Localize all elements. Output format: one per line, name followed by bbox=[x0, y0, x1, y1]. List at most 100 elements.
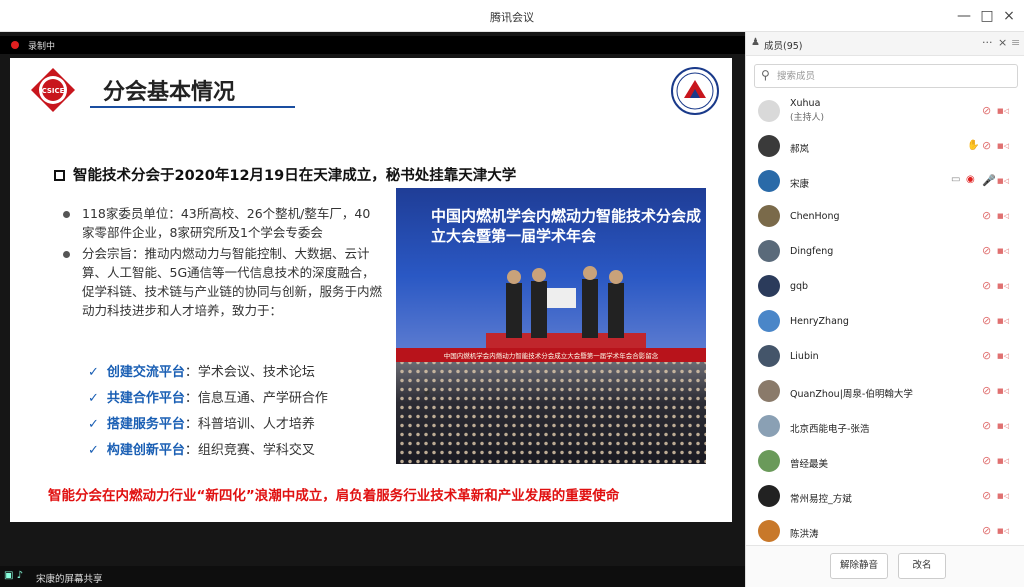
member-row[interactable]: Dingfeng ⊘ ■◁ bbox=[746, 234, 1024, 269]
camera-off-icon[interactable]: ■◁ bbox=[997, 387, 1009, 395]
member-avatar bbox=[758, 100, 780, 122]
platform-list: ✓ 创建交流平台：学术会议、技术论坛 ✓ 共建合作平台：信息互通、产学研合作 ✓ 搭建… bbox=[88, 360, 328, 464]
bullet-text: 118家委员单位：43所高校、26个整机/整车厂，40家零部件企业，8家研究所及… bbox=[82, 206, 371, 240]
checkbox-square-icon bbox=[54, 170, 65, 181]
member-row[interactable]: 北京西能电子-张浩 ⊘ ■◁ bbox=[746, 409, 1024, 444]
camera-off-icon[interactable]: ■◁ bbox=[997, 317, 1009, 325]
member-avatar bbox=[758, 520, 780, 542]
bullet-list: 118家委员单位：43所高校、26个整机/整车厂，40家零部件企业，8家研究所及… bbox=[62, 204, 382, 322]
member-row[interactable]: ChenHong ⊘ ■◁ bbox=[746, 199, 1024, 234]
camera-off-icon[interactable]: ■◁ bbox=[997, 142, 1009, 150]
mic-muted-icon[interactable]: ⊘ bbox=[982, 139, 991, 152]
member-avatar bbox=[758, 205, 780, 227]
unmute-all-button[interactable]: 解除静音 bbox=[830, 553, 888, 579]
bullet-dot-icon bbox=[63, 211, 70, 218]
camera-off-icon[interactable]: ■◁ bbox=[997, 492, 1009, 500]
member-row[interactable]: Xuhua (主持人) ⊘ ■◁ bbox=[746, 94, 1024, 129]
list-item: 分会宗旨：推动内燃动力与智能控制、大数据、云计算、人工智能、5G通信等一代信息技… bbox=[62, 244, 382, 320]
member-search[interactable]: ⚲ bbox=[754, 64, 1018, 88]
more-button[interactable]: ··· bbox=[982, 36, 993, 49]
member-avatar bbox=[758, 275, 780, 297]
list-item: ✓ 搭建服务平台：科普培训、人才培养 bbox=[88, 412, 328, 438]
member-name: 宋康 bbox=[790, 179, 810, 190]
photo-caption: 中国内燃机学会内燃动力智能技术分会成立大会暨第一届学术年会合影留念 bbox=[443, 352, 659, 360]
mic-muted-icon[interactable]: ⊘ bbox=[982, 104, 991, 117]
photo-heading: 中国内燃机学会内燃动力智能技术分会成立大会暨第一届学术年会 bbox=[431, 207, 702, 245]
member-row[interactable]: Liubin ⊘ ■◁ bbox=[746, 339, 1024, 374]
member-avatar bbox=[758, 170, 780, 192]
members-panel: ♟ 成员(95) ··· × ≡ ⚲ Xuhua(主持人)⊘■◁郝岚✋⊘■◁宋康… bbox=[745, 32, 1024, 587]
camera-off-icon[interactable]: ■◁ bbox=[997, 282, 1009, 290]
member-name: 常州易控_方斌 bbox=[790, 494, 852, 505]
camera-off-icon[interactable]: ■◁ bbox=[997, 177, 1009, 185]
mic-muted-icon[interactable]: ⊘ bbox=[982, 279, 991, 292]
member-name: ChenHong bbox=[790, 211, 840, 222]
check-icon: ✓ bbox=[88, 443, 99, 458]
mic-muted-icon[interactable]: ⊘ bbox=[982, 419, 991, 432]
mic-muted-icon[interactable]: ⊘ bbox=[982, 489, 991, 502]
platform-desc: ：科普培训、人才培养 bbox=[184, 417, 315, 432]
panel-close-button[interactable]: × bbox=[998, 36, 1007, 49]
crowd-image bbox=[396, 362, 706, 464]
member-row[interactable]: 常州易控_方斌 ⊘ ■◁ bbox=[746, 479, 1024, 514]
member-avatar bbox=[758, 415, 780, 437]
rename-button[interactable]: 改名 bbox=[898, 553, 946, 579]
raise-hand-icon: ✋ bbox=[967, 140, 980, 151]
camera-off-icon[interactable]: ■◁ bbox=[997, 107, 1009, 115]
member-search-input[interactable] bbox=[777, 68, 1007, 84]
mic-muted-icon[interactable]: ⊘ bbox=[982, 524, 991, 537]
event-photo: 中国内燃机学会内燃动力智能技术分会成立大会暨第一届学术年会 中国内燃机学会内燃动… bbox=[396, 188, 706, 464]
member-row[interactable]: QuanZhou|周泉-伯明翰大学 ⊘ ■◁ bbox=[746, 374, 1024, 409]
mic-on-icon[interactable]: 🎤 bbox=[982, 174, 996, 187]
record-icon: ◉ bbox=[966, 174, 975, 185]
member-name: Dingfeng bbox=[790, 246, 834, 257]
list-item: 118家委员单位：43所高校、26个整机/整车厂，40家零部件企业，8家研究所及… bbox=[62, 204, 382, 242]
maximize-button[interactable]: □ bbox=[977, 6, 997, 26]
camera-off-icon[interactable]: ■◁ bbox=[997, 352, 1009, 360]
window-titlebar: 腾讯会议 — □ × bbox=[0, 0, 1024, 32]
member-avatar bbox=[758, 310, 780, 332]
presentation-slide: CSICE 分会基本情况 智能技术分会于2020年12月19日在天津成立，秘书处… bbox=[10, 58, 732, 522]
mic-muted-icon[interactable]: ⊘ bbox=[982, 454, 991, 467]
members-panel-header: ♟ 成员(95) ··· × ≡ bbox=[746, 32, 1024, 56]
search-icon: ⚲ bbox=[761, 68, 770, 82]
recording-label: 录制中 bbox=[28, 42, 56, 52]
mic-muted-icon[interactable]: ⊘ bbox=[982, 244, 991, 257]
title-underline bbox=[90, 106, 295, 108]
window-title: 腾讯会议 bbox=[490, 11, 534, 24]
camera-off-icon[interactable]: ■◁ bbox=[997, 212, 1009, 220]
recording-icon bbox=[11, 41, 19, 49]
slide-summary: 智能分会在内燃动力行业“新四化”浪潮中成立，肩负着服务行业技术革新和产业发展的重… bbox=[48, 488, 620, 504]
list-item: ✓ 共建合作平台：信息互通、产学研合作 bbox=[88, 386, 328, 412]
camera-off-icon[interactable]: ■◁ bbox=[997, 247, 1009, 255]
member-name: 曾经最美 bbox=[790, 459, 829, 470]
close-button[interactable]: × bbox=[999, 6, 1019, 26]
member-row[interactable]: HenryZhang ⊘ ■◁ bbox=[746, 304, 1024, 339]
platform-name: 构建创新平台 bbox=[106, 443, 185, 458]
mic-muted-icon[interactable]: ⊘ bbox=[982, 314, 991, 327]
member-role: (主持人) bbox=[790, 113, 825, 123]
mic-muted-icon[interactable]: ⊘ bbox=[982, 209, 991, 222]
slide-headline: 智能技术分会于2020年12月19日在天津成立，秘书处挂靠天津大学 bbox=[54, 164, 516, 185]
camera-off-icon[interactable]: ■◁ bbox=[997, 457, 1009, 465]
member-row[interactable]: 宋康 ▭ ◉ 🎤 ■◁ bbox=[746, 164, 1024, 199]
minimize-button[interactable]: — bbox=[954, 6, 974, 26]
bullet-text: 分会宗旨：推动内燃动力与智能控制、大数据、云计算、人工智能、5G通信等一代信息技… bbox=[82, 246, 383, 318]
mic-muted-icon[interactable]: ⊘ bbox=[982, 349, 991, 362]
headline-text: 智能技术分会于2020年12月19日在天津成立，秘书处挂靠天津大学 bbox=[73, 168, 517, 184]
member-row[interactable]: gqb ⊘ ■◁ bbox=[746, 269, 1024, 304]
mic-muted-icon[interactable]: ⊘ bbox=[982, 384, 991, 397]
share-status-icon: ▣ ♪ bbox=[4, 570, 24, 581]
member-row[interactable]: 陈洪涛 ⊘ ■◁ bbox=[746, 514, 1024, 549]
platform-desc: ：组织竞赛、学科交叉 bbox=[184, 443, 315, 458]
member-avatar bbox=[758, 380, 780, 402]
camera-off-icon[interactable]: ■◁ bbox=[997, 422, 1009, 430]
slide-title: 分会基本情况 bbox=[103, 80, 236, 105]
member-row[interactable]: 曾经最美 ⊘ ■◁ bbox=[746, 444, 1024, 479]
panel-menu-button[interactable]: ≡ bbox=[1011, 36, 1020, 49]
camera-off-icon[interactable]: ■◁ bbox=[997, 527, 1009, 535]
group-photo bbox=[396, 362, 706, 464]
member-row[interactable]: 郝岚 ✋ ⊘ ■◁ bbox=[746, 129, 1024, 164]
member-avatar bbox=[758, 450, 780, 472]
members-count: 成员(95) bbox=[764, 41, 803, 52]
